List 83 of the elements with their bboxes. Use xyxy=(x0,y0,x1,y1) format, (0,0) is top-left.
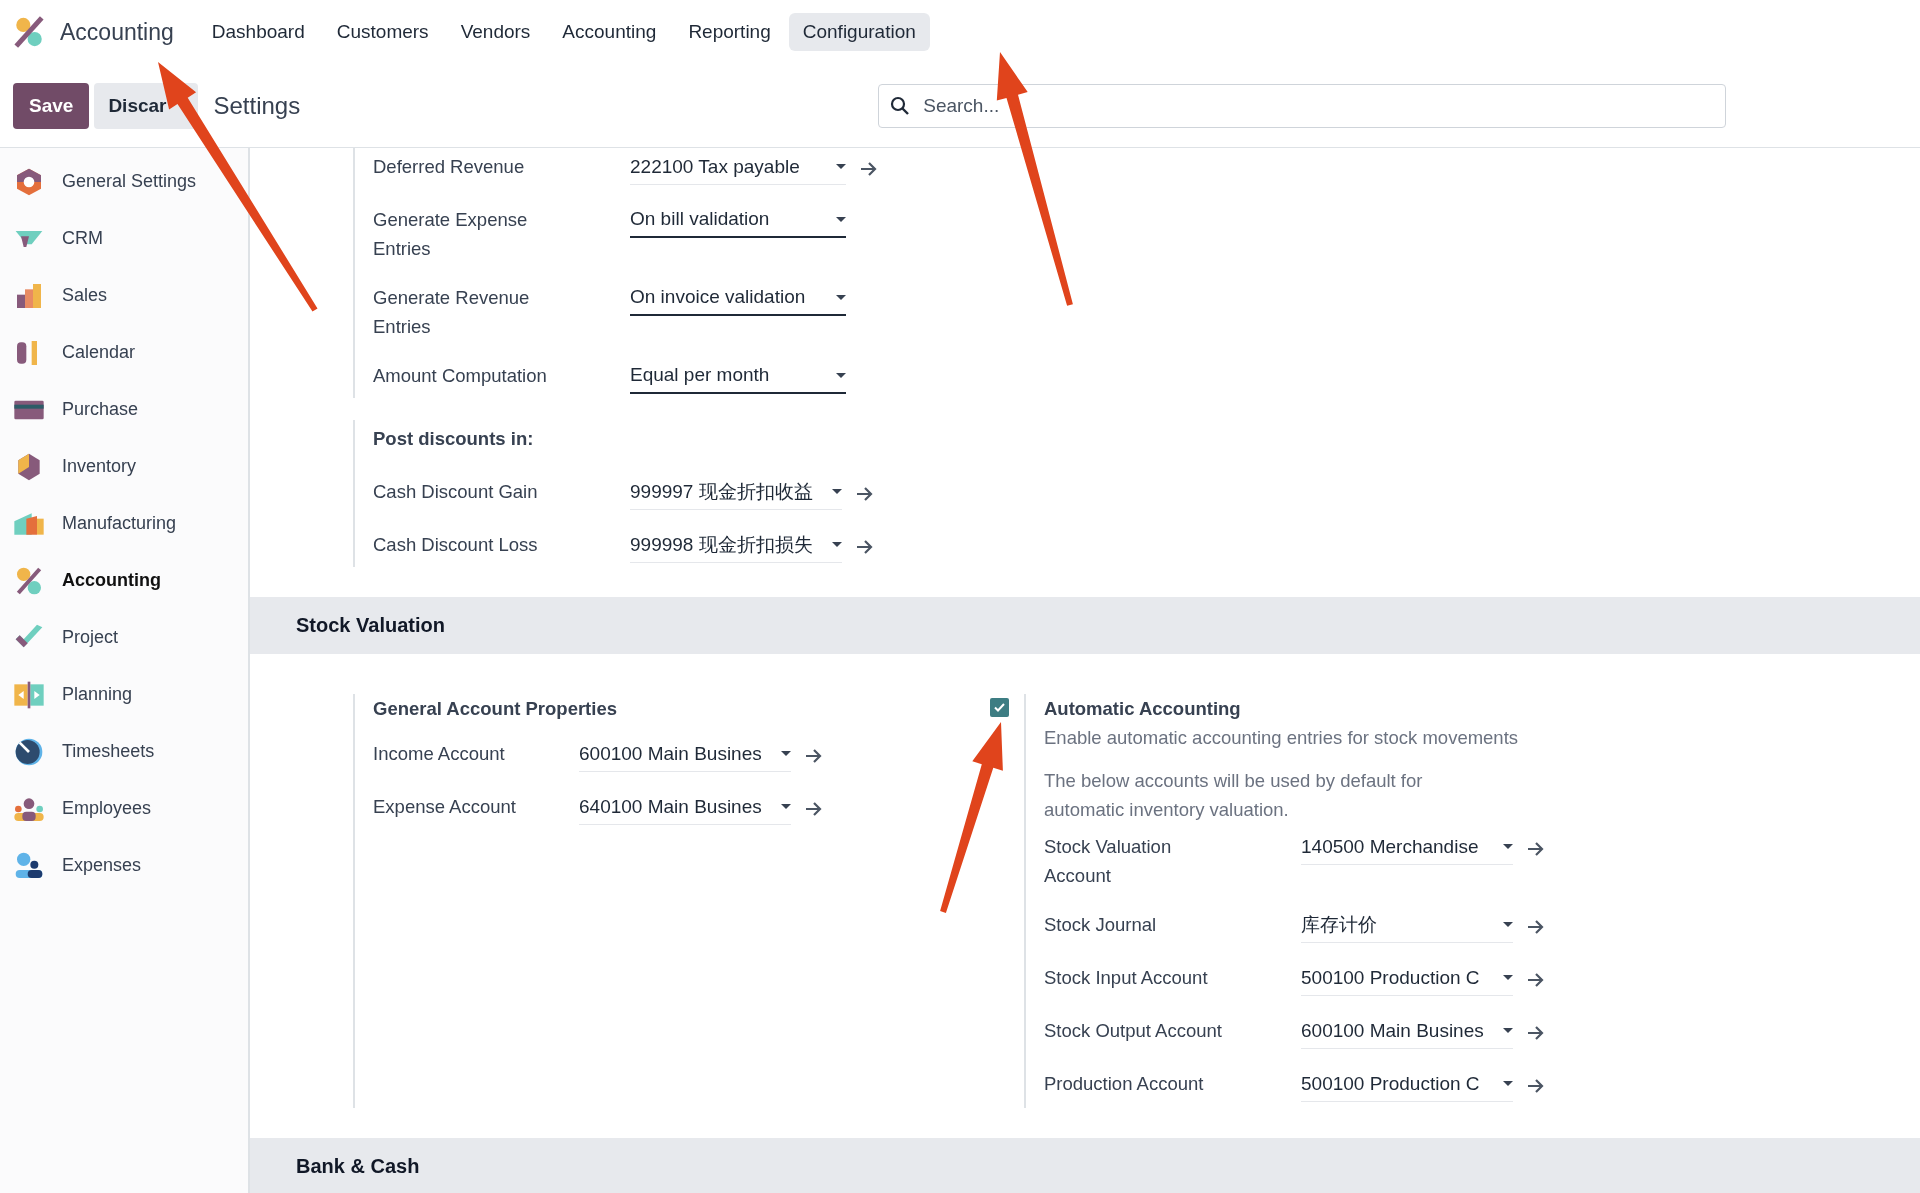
app-logo-icon[interactable] xyxy=(12,15,46,49)
field-label: Generate Revenue Entries xyxy=(373,286,531,339)
group-title: Post discounts in: xyxy=(373,427,535,451)
nav-menu-item[interactable]: Reporting xyxy=(674,13,785,51)
field-label: Production Account xyxy=(1044,1072,1205,1096)
dropdown-field[interactable]: 600100 Main Busines xyxy=(579,739,791,772)
sidebar-item[interactable]: Sales xyxy=(62,285,108,306)
nav-menu-item[interactable]: Accounting xyxy=(548,13,671,51)
sidebar-item[interactable]: Calendar xyxy=(62,342,136,363)
setting-description: Enable automatic accounting entries for stock movements xyxy=(1044,726,1520,750)
checkmark-icon xyxy=(994,703,1005,712)
arrow-right-icon[interactable] xyxy=(860,160,878,177)
caret-icon xyxy=(832,542,842,547)
setting-title: General Account Properties xyxy=(373,697,618,721)
dropdown-field[interactable]: 600100 Main Busines xyxy=(1301,1016,1513,1049)
caret-icon xyxy=(836,372,846,378)
caret-icon xyxy=(1503,922,1513,927)
arrow-right-icon[interactable] xyxy=(805,747,823,764)
dropdown-field[interactable]: 140500 Merchandise xyxy=(1301,832,1513,865)
sidebar-item[interactable]: Project xyxy=(62,627,119,648)
caret-icon xyxy=(1503,975,1513,980)
field-label: Stock Valuation Account xyxy=(1044,835,1173,888)
dropdown-field[interactable]: Equal per month xyxy=(630,361,846,394)
section-title: Stock Valuation xyxy=(296,614,445,637)
field-label: Expense Account xyxy=(373,795,517,819)
caret-icon xyxy=(1503,1028,1513,1033)
sidebar-item[interactable]: Employees xyxy=(62,798,152,819)
sidebar-item[interactable]: Timesheets xyxy=(62,741,155,762)
sidebar-item[interactable]: CRM xyxy=(62,228,103,249)
caret-icon xyxy=(832,489,842,494)
caret-icon xyxy=(836,164,846,169)
page-title: Settings xyxy=(213,91,301,120)
field-label: Stock Output Account xyxy=(1044,1019,1223,1043)
sidebar-item[interactable]: Inventory xyxy=(62,456,137,477)
caret-icon xyxy=(1503,1081,1513,1086)
dropdown-field[interactable]: On bill validation xyxy=(630,205,846,238)
sidebar-item[interactable]: General Settings xyxy=(62,171,197,192)
dropdown-field[interactable]: 999997 现金折扣收益 xyxy=(630,477,842,510)
app-name[interactable]: Accounting xyxy=(60,18,174,46)
dropdown-field[interactable]: 500100 Production C xyxy=(1301,1069,1513,1102)
checkbox[interactable] xyxy=(990,698,1009,717)
field-label: Deferred Revenue xyxy=(373,155,526,179)
caret-icon xyxy=(836,216,846,222)
field-label: Stock Input Account xyxy=(1044,966,1209,990)
arrow-right-icon[interactable] xyxy=(856,485,874,502)
nav-menu-item[interactable]: Vendors xyxy=(446,13,545,51)
field-label: Cash Discount Gain xyxy=(373,480,539,504)
save-button[interactable]: Save xyxy=(13,82,90,129)
caret-icon xyxy=(1503,844,1513,849)
field-label: Stock Journal xyxy=(1044,913,1158,937)
arrow-right-icon[interactable] xyxy=(805,800,823,817)
setting-note: The below accounts will be used by default for automatic inventory valuation. xyxy=(1044,769,1424,822)
sidebar-item[interactable]: Expenses xyxy=(62,855,142,876)
nav-menu-item[interactable]: Configuration xyxy=(788,13,930,51)
dropdown-field[interactable]: 500100 Production C xyxy=(1301,963,1513,996)
search-field[interactable]: Search... xyxy=(878,83,1727,128)
dropdown-field[interactable]: On invoice validation xyxy=(630,283,846,316)
dropdown-field[interactable]: 640100 Main Busines xyxy=(579,792,791,825)
sidebar-item[interactable]: Planning xyxy=(62,684,133,705)
section-title: Bank & Cash xyxy=(296,1155,420,1178)
caret-icon xyxy=(781,804,791,809)
sidebar-item[interactable]: Accounting xyxy=(62,570,161,591)
caret-icon xyxy=(781,751,791,756)
arrow-right-icon[interactable] xyxy=(1527,971,1545,988)
search-icon xyxy=(890,95,911,116)
field-label: Generate Expense Entries xyxy=(373,208,529,261)
sidebar-item[interactable]: Purchase xyxy=(62,399,139,420)
nav-menu-item[interactable]: Customers xyxy=(322,13,443,51)
arrow-right-icon[interactable] xyxy=(1527,1024,1545,1041)
dropdown-field[interactable]: 222100 Tax payable xyxy=(630,152,846,185)
sidebar-item[interactable]: Manufacturing xyxy=(62,513,177,534)
arrow-right-icon[interactable] xyxy=(1527,840,1545,857)
field-label: Income Account xyxy=(373,742,506,766)
arrow-right-icon[interactable] xyxy=(856,538,874,555)
arrow-right-icon[interactable] xyxy=(1527,1077,1545,1094)
nav-menu-item[interactable]: Dashboard xyxy=(197,13,319,51)
arrow-right-icon[interactable] xyxy=(1527,918,1545,935)
setting-title: Automatic Accounting xyxy=(1044,697,1242,721)
dropdown-field[interactable]: 999998 现金折扣损失 xyxy=(630,530,842,563)
caret-icon xyxy=(836,294,846,300)
field-label: Cash Discount Loss xyxy=(373,533,539,557)
field-label: Amount Computation xyxy=(373,364,548,388)
dropdown-field[interactable]: 库存计价 xyxy=(1301,910,1513,943)
